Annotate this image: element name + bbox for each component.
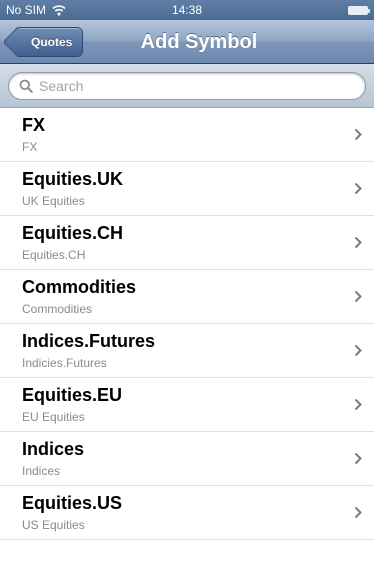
status-bar: No SIM 14:38 [0, 0, 374, 20]
list-item-indices-futures[interactable]: Indices.Futures Indicies.Futures [0, 324, 374, 378]
chevron-right-icon [354, 344, 362, 357]
item-title: Equities.UK [22, 169, 124, 189]
chevron-right-icon [354, 128, 362, 141]
carrier-label: No SIM [6, 3, 47, 17]
list-item-equities-ch[interactable]: Equities.CH Equities.CH [0, 216, 374, 270]
item-title: FX [22, 115, 46, 135]
item-subtitle: FX [22, 140, 38, 154]
navigation-bar: Add Symbol Quotes [0, 20, 374, 64]
item-title: Equities.US [22, 493, 123, 513]
list-item-equities-eu[interactable]: Equities.EU EU Equities [0, 378, 374, 432]
chevron-right-icon [354, 290, 362, 303]
list-item-equities-us[interactable]: Equities.US US Equities [0, 486, 374, 540]
item-subtitle: Indicies.Futures [22, 356, 107, 370]
item-subtitle: Commodities [22, 302, 93, 316]
battery-icon [348, 6, 370, 15]
item-title: Indices [22, 439, 85, 459]
search-field[interactable] [8, 72, 366, 100]
status-left: No SIM [6, 3, 66, 17]
item-subtitle: EU Equities [22, 410, 85, 424]
item-subtitle: UK Equities [22, 194, 85, 208]
chevron-right-icon [354, 506, 362, 519]
search-input[interactable] [39, 78, 339, 94]
item-subtitle: US Equities [22, 518, 85, 532]
chevron-right-icon [354, 398, 362, 411]
search-bar [0, 64, 374, 108]
item-title: Indices.Futures [22, 331, 156, 351]
item-subtitle: Indices [22, 464, 61, 478]
item-title: Equities.CH [22, 223, 124, 243]
list-item-equities-uk[interactable]: Equities.UK UK Equities [0, 162, 374, 216]
chevron-right-icon [354, 452, 362, 465]
list-item-indices[interactable]: Indices Indices [0, 432, 374, 486]
item-title: Commodities [22, 277, 137, 297]
chevron-right-icon [354, 236, 362, 249]
wifi-icon [52, 5, 66, 16]
item-title: Equities.EU [22, 385, 123, 405]
symbol-list: FX FX Equities.UK UK Equities Equities.C… [0, 108, 374, 568]
search-icon [19, 79, 33, 93]
chevron-right-icon [354, 182, 362, 195]
item-subtitle: Equities.CH [22, 248, 86, 262]
list-item-commodities[interactable]: Commodities Commodities [0, 270, 374, 324]
list-item-fx[interactable]: FX FX [0, 108, 374, 162]
back-button[interactable]: Quotes [14, 27, 84, 57]
